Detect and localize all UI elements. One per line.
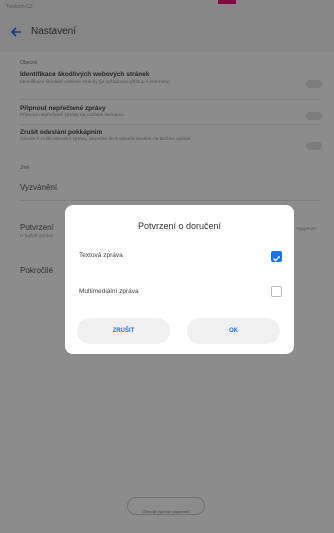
- delivery-receipt-dialog: Potvrzení o doručení Textová zpráva Mult…: [65, 205, 294, 354]
- checkbox-text-message[interactable]: [271, 251, 282, 262]
- check-icon: [273, 255, 281, 262]
- checkbox-mms[interactable]: [271, 286, 282, 297]
- cancel-button[interactable]: ZRUŠIT: [77, 318, 170, 344]
- option-text-message-label[interactable]: Textová zpráva: [79, 252, 123, 259]
- option-mms-label[interactable]: Multimediální zpráva: [79, 288, 139, 295]
- dialog-title: Potvrzení o doručení: [137, 221, 222, 231]
- ok-button[interactable]: OK: [187, 318, 280, 344]
